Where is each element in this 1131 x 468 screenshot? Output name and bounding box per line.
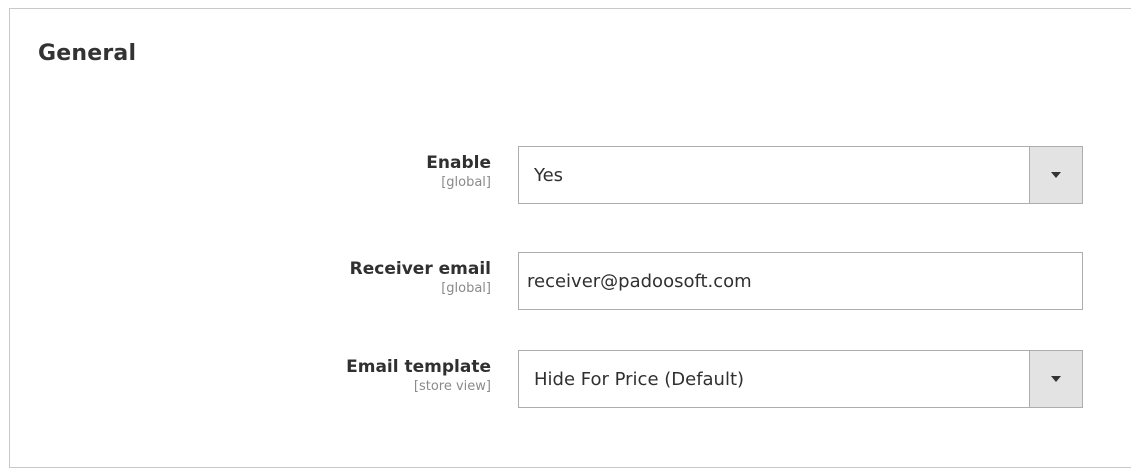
enable-select-toggle[interactable] bbox=[1029, 147, 1082, 203]
email-template-scope: [store view] bbox=[413, 379, 491, 394]
receiver-email-input[interactable] bbox=[518, 252, 1083, 310]
email-template-label-group: Email template [store view] bbox=[346, 355, 491, 395]
chevron-down-icon bbox=[1051, 376, 1061, 382]
enable-label-group: Enable [global] bbox=[426, 151, 491, 191]
enable-scope: [global] bbox=[441, 175, 491, 190]
section-title: General bbox=[38, 41, 137, 66]
email-template-row: Email template [store view] Hide For Pri… bbox=[0, 350, 1131, 414]
email-template-label: Email template bbox=[346, 357, 491, 377]
receiver-email-label: Receiver email bbox=[349, 259, 491, 279]
receiver-email-label-group: Receiver email [global] bbox=[350, 257, 491, 297]
enable-row: Enable [global] Yes bbox=[0, 146, 1131, 210]
email-template-select-toggle[interactable] bbox=[1029, 351, 1082, 407]
enable-select-value: Yes bbox=[534, 164, 564, 186]
email-template-select-value: Hide For Price (Default) bbox=[534, 368, 745, 390]
enable-select[interactable]: Yes bbox=[518, 146, 1083, 204]
receiver-email-scope: [global] bbox=[441, 281, 491, 296]
email-template-select[interactable]: Hide For Price (Default) bbox=[518, 350, 1083, 408]
chevron-down-icon bbox=[1051, 172, 1061, 178]
enable-label: Enable bbox=[426, 153, 491, 173]
receiver-email-row: Receiver email [global] bbox=[0, 252, 1131, 316]
